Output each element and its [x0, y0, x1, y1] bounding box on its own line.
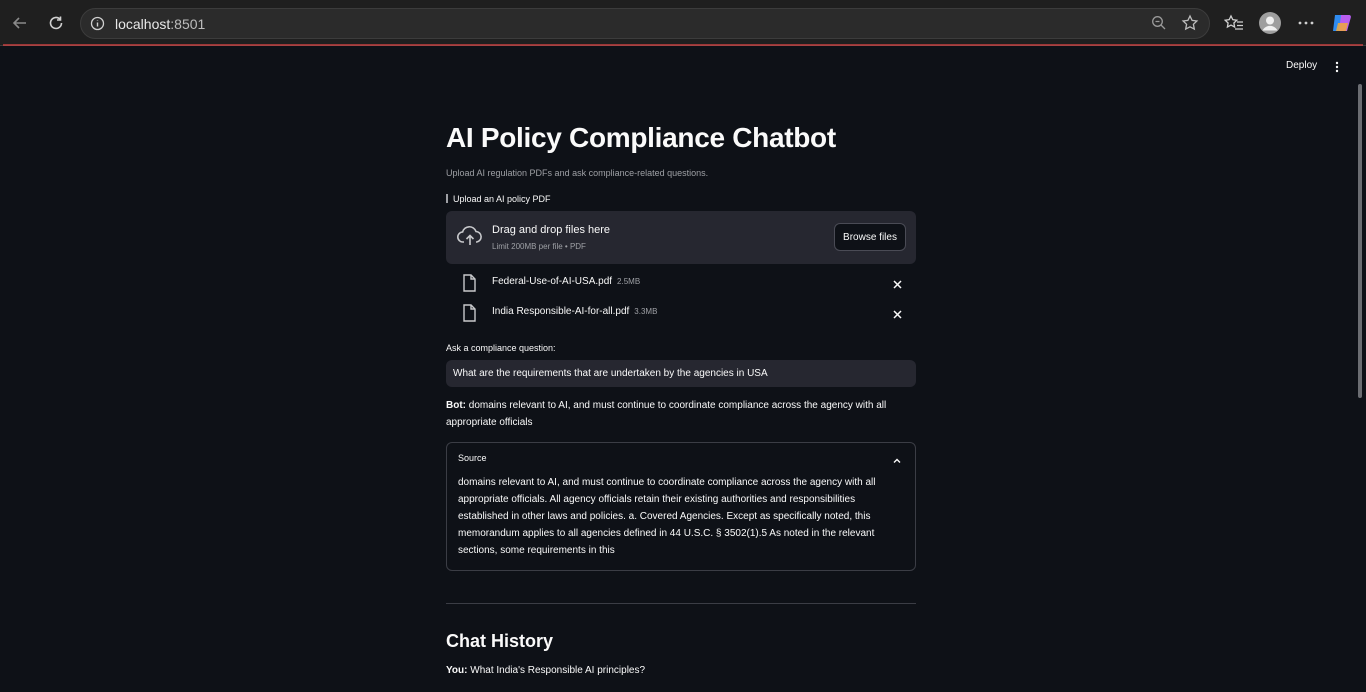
- zoom-icon[interactable]: [1151, 15, 1167, 36]
- dropzone-limit: Limit 200MB per file • PDF: [492, 242, 586, 251]
- profile-avatar-icon[interactable]: [1258, 11, 1282, 35]
- remove-file-icon[interactable]: [892, 277, 903, 295]
- uploaded-file-size: 3.3MB: [634, 307, 658, 316]
- file-dropzone[interactable]: Drag and drop files here Limit 200MB per…: [446, 211, 916, 264]
- main-menu-icon[interactable]: [1333, 60, 1341, 79]
- remove-file-icon[interactable]: [892, 307, 903, 325]
- uploader-label: Upload an AI policy PDF: [446, 194, 551, 204]
- back-icon[interactable]: [8, 11, 32, 35]
- source-expander-header[interactable]: Source: [458, 453, 487, 463]
- favorite-star-icon[interactable]: [1181, 14, 1199, 37]
- question-input[interactable]: [446, 360, 916, 387]
- uploaded-file-size: 2.5MB: [617, 277, 641, 286]
- reload-icon[interactable]: [44, 11, 68, 35]
- browse-files-button[interactable]: Browse files: [834, 223, 906, 251]
- section-divider: [446, 603, 916, 604]
- uploaded-file-row: India Responsible-AI-for-all.pdf 3.3MB: [446, 302, 916, 326]
- source-text: domains relevant to AI, and must continu…: [458, 477, 876, 556]
- bot-answer: Bot: domains relevant to AI, and must co…: [446, 397, 916, 431]
- browser-toolbar: localhost:8501: [0, 0, 1366, 46]
- chat-message: What India's Responsible AI principles?: [467, 665, 646, 676]
- page-subtitle: Upload AI regulation PDFs and ask compli…: [446, 168, 709, 178]
- page-scrollbar[interactable]: [1358, 84, 1362, 398]
- bot-answer-text: domains relevant to AI, and must continu…: [446, 400, 887, 428]
- upload-cloud-icon: [457, 225, 483, 252]
- uploaded-file-row: Federal-Use-of-AI-USA.pdf 2.5MB: [446, 272, 916, 296]
- chat-history-title: Chat History: [446, 631, 554, 651]
- address-bar[interactable]: localhost:8501: [80, 8, 1210, 39]
- chevron-up-icon[interactable]: [892, 453, 902, 471]
- app-container: Deploy AI Policy Compliance Chatbot Uplo…: [3, 46, 1363, 692]
- favorites-icon[interactable]: [1222, 11, 1246, 35]
- document-icon: [462, 274, 476, 297]
- copilot-icon[interactable]: [1330, 11, 1354, 35]
- bot-prefix: Bot:: [446, 400, 466, 411]
- document-icon: [462, 304, 476, 327]
- site-info-icon[interactable]: [90, 16, 105, 36]
- dropzone-instructions: Drag and drop files here: [492, 224, 611, 236]
- url-text: localhost:8501: [115, 16, 206, 32]
- more-options-icon[interactable]: [1294, 11, 1318, 35]
- chat-history-item: You: What India's Responsible AI princip…: [446, 665, 645, 676]
- chat-speaker: You:: [446, 665, 468, 676]
- source-expander: Source domains relevant to AI, and must …: [446, 442, 916, 571]
- page-title: AI Policy Compliance Chatbot: [446, 122, 836, 153]
- uploaded-file-name: India Responsible-AI-for-all.pdf 3.3MB: [492, 306, 658, 317]
- question-label: Ask a compliance question:: [446, 343, 556, 353]
- uploaded-file-name: Federal-Use-of-AI-USA.pdf 2.5MB: [492, 276, 641, 287]
- file-icon: [446, 194, 448, 203]
- deploy-button[interactable]: Deploy: [1286, 60, 1317, 71]
